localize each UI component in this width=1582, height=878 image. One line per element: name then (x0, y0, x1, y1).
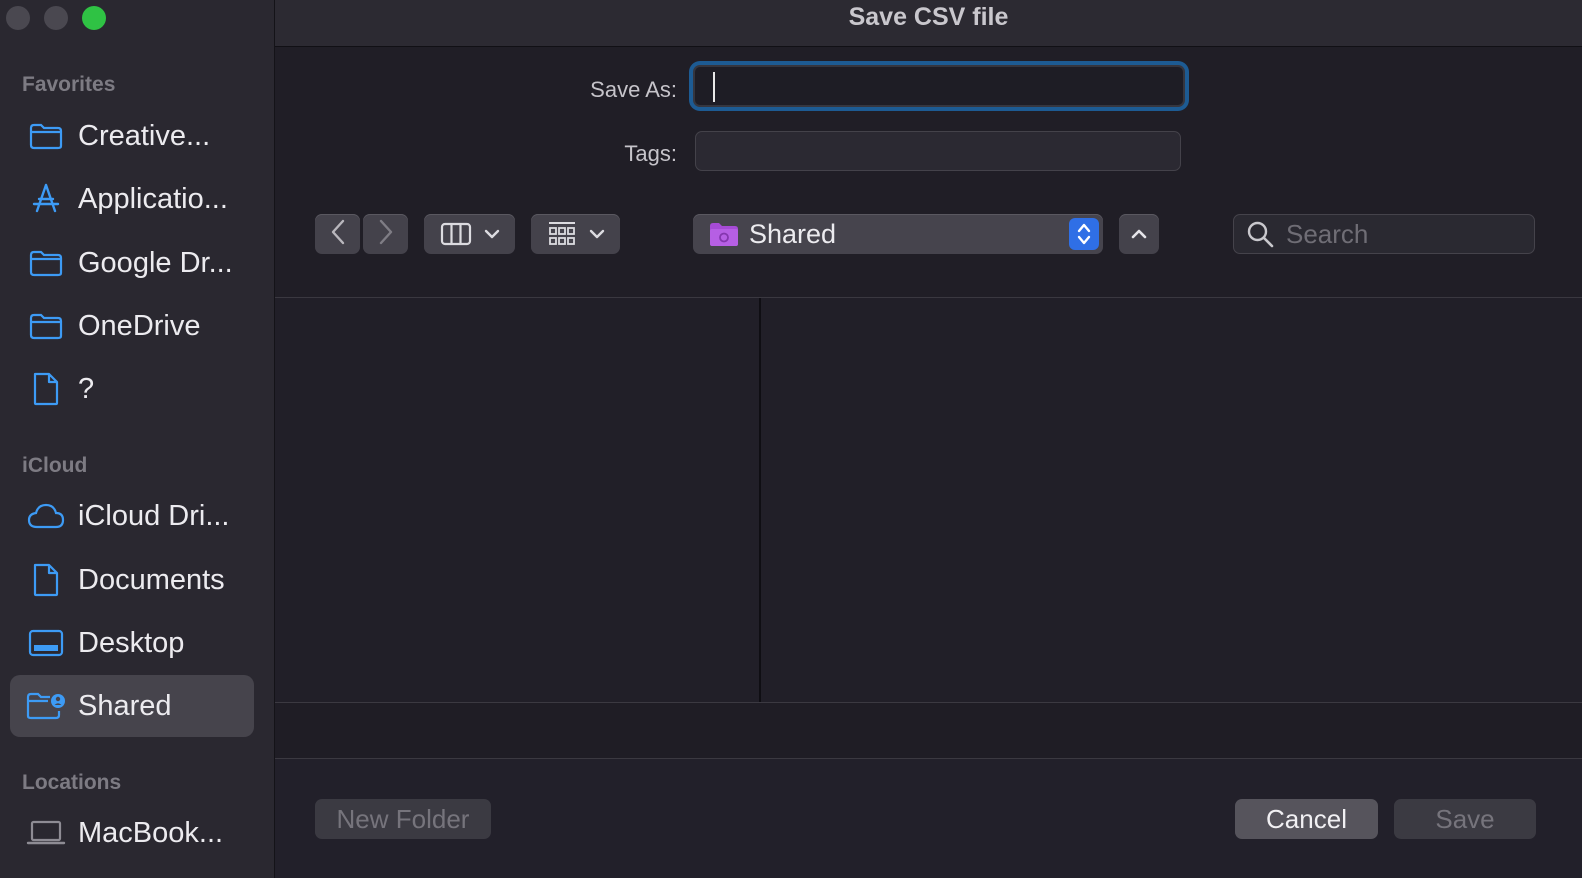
sidebar-item-onedrive[interactable]: OneDrive (10, 295, 254, 357)
tags-field[interactable] (695, 131, 1181, 171)
chevron-right-icon (378, 219, 394, 250)
sidebar-item-label: ? (78, 372, 95, 405)
path-bar (275, 703, 1582, 759)
save-dialog: Favorites Creative... Applicatio... Goog… (0, 0, 1582, 878)
chevron-down-icon (589, 229, 605, 239)
minimize-window-button[interactable] (44, 6, 68, 30)
search-icon (1246, 220, 1274, 248)
sidebar-item-google-drive[interactable]: Google Dr... (10, 232, 254, 294)
sidebar-item-label: Creative... (78, 119, 211, 152)
folder-icon (26, 306, 66, 346)
sidebar-item-applications[interactable]: Applicatio... (10, 168, 254, 230)
sidebar-item-label: Shared (78, 689, 172, 722)
sidebar-section-icloud: iCloud (22, 454, 88, 477)
file-browser[interactable] (275, 298, 1582, 703)
group-view-button[interactable] (531, 214, 620, 254)
grid-icon (547, 221, 577, 247)
save-as-label: Save As: (590, 77, 677, 102)
sidebar-item-macbook[interactable]: MacBook... (10, 802, 254, 864)
chevron-left-icon (330, 219, 346, 250)
text-caret (713, 72, 715, 102)
save-form: Save As: Tags: Shared Search (275, 47, 1582, 298)
column-view-button[interactable] (424, 214, 515, 254)
sidebar-item-label: OneDrive (78, 309, 201, 342)
sidebar: Favorites Creative... Applicatio... Goog… (0, 0, 275, 878)
search-placeholder: Search (1286, 218, 1369, 249)
sidebar-item-unknown[interactable]: ? (10, 358, 254, 420)
folder-icon (26, 116, 66, 156)
applications-icon (26, 179, 66, 219)
sidebar-item-creative[interactable]: Creative... (10, 105, 254, 167)
columns-icon (440, 222, 472, 246)
sidebar-item-label: Applicatio... (78, 182, 228, 215)
close-window-button[interactable] (6, 6, 30, 30)
sidebar-item-documents[interactable]: Documents (10, 549, 254, 611)
location-popup[interactable]: Shared (693, 214, 1103, 254)
forward-button[interactable] (363, 214, 408, 254)
window-title: Save CSV file (275, 0, 1582, 47)
window-controls (6, 6, 106, 30)
chevron-down-icon (484, 229, 500, 239)
sidebar-item-label: iCloud Dri... (78, 499, 230, 532)
sidebar-section-favorites: Favorites (22, 73, 116, 96)
column-divider[interactable] (759, 298, 761, 702)
document-icon (26, 369, 66, 409)
save-as-field[interactable] (693, 65, 1185, 107)
sidebar-section-locations: Locations (22, 771, 122, 794)
up-down-chevron-icon (1076, 221, 1092, 247)
tags-label: Tags: (624, 141, 677, 166)
cloud-icon (26, 496, 66, 536)
sidebar-item-icloud-drive[interactable]: iCloud Dri... (10, 485, 254, 547)
sidebar-item-label: Desktop (78, 626, 185, 659)
sidebar-item-desktop[interactable]: Desktop (10, 612, 254, 674)
sidebar-item-label: Google Dr... (78, 246, 233, 279)
folder-icon (26, 243, 66, 283)
shared-folder-icon (26, 686, 66, 726)
dialog-footer: New Folder Cancel Save (275, 759, 1582, 878)
chevron-up-icon (1131, 229, 1147, 239)
zoom-window-button[interactable] (82, 6, 106, 30)
location-label: Shared (749, 218, 837, 249)
search-input[interactable]: Search (1233, 214, 1535, 254)
sidebar-item-shared[interactable]: Shared (10, 675, 254, 737)
back-button[interactable] (315, 214, 360, 254)
location-stepper (1069, 218, 1099, 250)
sidebar-item-label: MacBook... (78, 816, 224, 849)
collapse-button[interactable] (1119, 214, 1159, 254)
main-panel: Save CSV file Save As: Tags: Shared Sear… (275, 0, 1582, 878)
document-icon (26, 560, 66, 600)
new-folder-button[interactable]: New Folder (315, 799, 491, 839)
desktop-icon (26, 623, 66, 663)
laptop-icon (26, 813, 66, 853)
save-button[interactable]: Save (1394, 799, 1536, 839)
sidebar-item-label: Documents (78, 563, 225, 596)
cancel-button[interactable]: Cancel (1235, 799, 1378, 839)
shared-folder-icon (709, 221, 739, 247)
